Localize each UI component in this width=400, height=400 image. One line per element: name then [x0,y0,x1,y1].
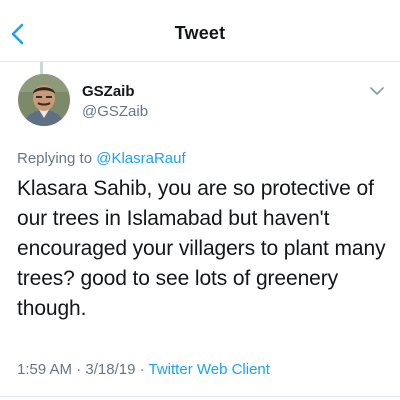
author-display-name[interactable]: GSZaib [82,83,135,100]
reply-mention-link[interactable]: @KlasraRauf [96,150,185,167]
navigation-bar: Tweet [0,0,400,62]
tweet-client-link[interactable]: Twitter Web Client [149,361,270,378]
page-title: Tweet [174,23,226,43]
meta-separator: · [76,361,82,378]
tweet-detail-screen: Tweet GSZaib @GSZaib Replying to @Klasra… [0,0,400,400]
avatar-photo [18,74,70,126]
tweet-date: 3/18/19 [85,361,136,378]
chevron-down-icon [370,87,384,95]
divider [0,396,400,397]
author-handle[interactable]: @GSZaib [82,103,148,120]
avatar[interactable] [18,74,70,126]
thread-connector-line [40,62,43,74]
tweet-time: 1:59 AM [17,361,73,378]
tweet-menu-button[interactable] [369,84,385,96]
replying-to-line: Replying to @KlasraRauf [17,150,186,167]
meta-separator: · [139,361,145,378]
replying-to-label: Replying to [17,150,93,167]
tweet-text: Klasara Sahib, you are so protective of … [17,177,386,320]
tweet-metadata: 1:59 AM · 3/18/19 · Twitter Web Client [17,361,270,378]
